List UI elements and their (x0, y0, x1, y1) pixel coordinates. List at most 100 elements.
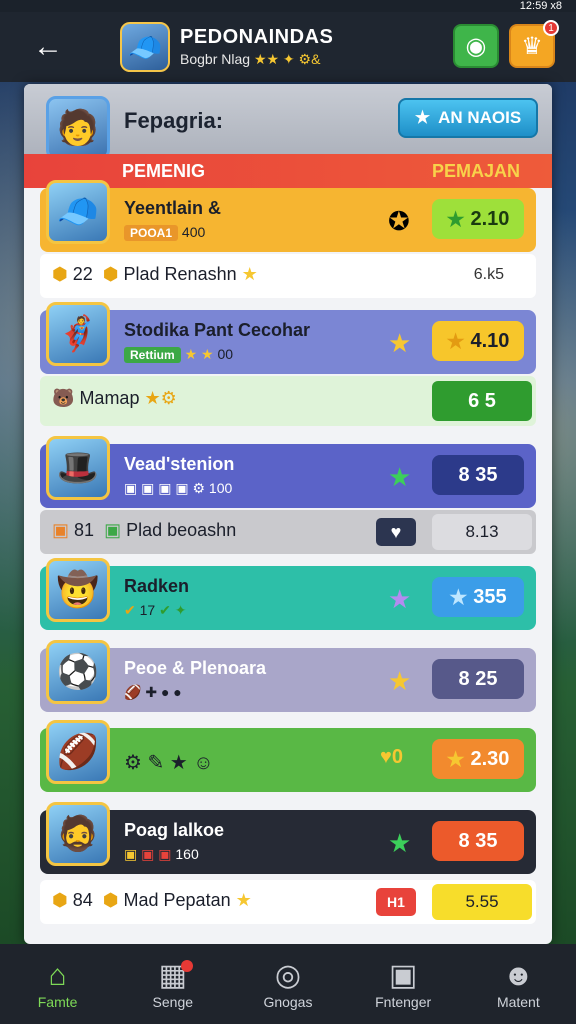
header-stars: ★★ ✦ ⚙& (253, 51, 321, 67)
heart-icon[interactable]: ♥ (376, 518, 416, 546)
player-name: Poag lalkoe (124, 820, 225, 840)
score-badge[interactable]: 8 35 (432, 821, 524, 861)
score-value: 355 (473, 585, 507, 608)
player-avatar: 🏈 (46, 720, 110, 784)
sub-label: Mamap (79, 388, 140, 408)
header-text: PEDONAINDAS Bogbr Nlag ★★ ✦ ⚙& (180, 26, 333, 68)
score-value: 2.30 (470, 747, 510, 770)
star-icon: ★ (388, 584, 412, 614)
player-name: Peoe & Plenoara (124, 658, 267, 678)
sub-row[interactable]: ⬢ 84 ⬢ Mad Pepatan ★ H1 5.55 (40, 880, 536, 924)
list-item[interactable]: 🧢 Yeentlain & POOA1 400 ✪ ★ 2.10 (40, 180, 536, 252)
player-tags: POOA1 400 (124, 224, 205, 241)
player-avatar: 🤠 (46, 558, 110, 622)
back-button[interactable]: ← (28, 27, 68, 67)
list-item[interactable]: 🎩 Vead'stenion ▣ ▣ ▣ ▣ ⚙ 100 ★ 8 35 (40, 436, 536, 508)
list-item[interactable]: 🤠 Radken ✔ 17 ✔ ✦ ★ ★ 355 (40, 558, 536, 630)
box-icon: ▣ (52, 520, 70, 540)
star-icon: ★ (388, 328, 412, 358)
tag-icon: ✔ ✦ (159, 602, 187, 618)
nav-profile[interactable]: ☻ Matent (468, 958, 568, 1010)
score-value: 8 25 (458, 667, 498, 690)
score-badge[interactable]: ★ 2.30 (432, 739, 524, 779)
chat-icon: ◉ (465, 32, 487, 60)
header-avatar[interactable]: 🧢 (120, 22, 170, 72)
level-badge: H1 (376, 888, 416, 916)
tag-extra: 100 (208, 480, 233, 496)
tag-pill: POOA1 (124, 225, 179, 241)
score-badge[interactable]: ★ 2.10 (432, 199, 524, 239)
sub-row[interactable]: 🐻 Mamap ★⚙ 6 5 (40, 376, 536, 426)
score-badge[interactable]: 8 35 (432, 455, 524, 495)
player-avatar: ⚽ (46, 640, 110, 704)
list-item[interactable]: 🏈 ⚙ ✎ ★ ☺ ♥0 ★ 2.30 (40, 720, 536, 792)
tag-icons: 🏈 ✚ ● ● (124, 684, 182, 700)
panel-avatar[interactable]: 🧑 (46, 96, 110, 160)
star-icon: ★ (241, 264, 258, 284)
player-tags: ✔ 17 ✔ ✦ (124, 602, 186, 619)
tag-extra: 17 (139, 602, 156, 618)
nav-label: Matent (496, 994, 540, 1010)
score-value: 8 35 (458, 463, 498, 486)
top-header: ← 🧢 PEDONAINDAS Bogbr Nlag ★★ ✦ ⚙& ◉ ♛ 1 (0, 12, 576, 82)
coin-icon: ⬢ (52, 264, 68, 284)
heart-icon: ♥0 (380, 746, 403, 768)
leaderboard-panel: 🧑 Fepagria: ★ AN NAOIS PEMENIG PEMAJAN 🧢… (24, 84, 552, 944)
coin-icon: ⬢ (52, 890, 68, 910)
tag-extra: 160 (175, 846, 199, 862)
tag-icon: ▣ (124, 846, 138, 862)
player-tags: Rettium ★ ★ 00 (124, 346, 233, 363)
star-icon: ★ (449, 586, 468, 609)
player-tags: ▣ ▣ ▣ 160 (124, 846, 199, 863)
sub-row[interactable]: ▣ 81 ▣ Plad beoashn ♥ 8.13 (40, 510, 536, 554)
sub-number: 84 (72, 890, 93, 910)
star-icon: ★ (446, 208, 465, 231)
nav-label: Senge (152, 994, 194, 1010)
coin-icon: ⬢ (102, 264, 119, 284)
score-badge[interactable]: ★ 4.10 (432, 321, 524, 361)
player-tags: 🏈 ✚ ● ● (124, 684, 182, 701)
player-avatar: 🧢 (46, 180, 110, 244)
sub-label: Plad Renashn (123, 264, 237, 284)
coin-icon: ★⚙ (144, 388, 177, 408)
nav-label: Gnogas (263, 994, 313, 1010)
trophy-button[interactable]: ♛ 1 (509, 20, 559, 68)
list-item[interactable]: ⚽ Peoe & Plenoara 🏈 ✚ ● ● ★ 8 25 (40, 640, 536, 712)
star-icon: ★ (446, 330, 465, 353)
score-value: 8 35 (458, 829, 498, 852)
notification-dot (180, 960, 193, 972)
tag-icons: ⚙ ✎ ★ ☺ (124, 752, 214, 774)
mascot-icon: 🐻 (52, 388, 75, 408)
nav-camera[interactable]: ▣ Fntenger (353, 958, 453, 1010)
sub-left: ⬢ 22 ⬢ Plad Renashn ★ (52, 264, 258, 285)
star-icon: ★ (414, 108, 431, 127)
player-tags: ⚙ ✎ ★ ☺ (124, 750, 214, 775)
add-button[interactable]: ★ AN NAOIS (398, 98, 538, 138)
score-badge[interactable]: ★ 355 (432, 577, 524, 617)
player-tags: ▣ ▣ ▣ ▣ ⚙ 100 (124, 480, 232, 497)
sub-number: 22 (72, 264, 93, 284)
nav-home[interactable]: ⌂ Famte (8, 958, 108, 1010)
score-value: 4.10 (470, 329, 510, 352)
column-left-label: PEMENIG (122, 161, 206, 181)
camera-icon: ▣ (388, 959, 418, 992)
chat-button[interactable]: ◉ (453, 24, 499, 68)
search-icon: ◎ (274, 959, 302, 992)
user-icon: ☻ (502, 959, 535, 992)
player-name: Yeentlain & (124, 198, 222, 218)
nav-search[interactable]: ◎ Gnogas (238, 958, 338, 1010)
tag-pill: Rettium (124, 347, 181, 363)
sub-left: 🐻 Mamap ★⚙ (52, 388, 177, 409)
coin-icon: ⬢ (102, 890, 119, 910)
tag-icon: ▣ ▣ (141, 846, 172, 862)
list-item[interactable]: 🦸 Stodika Pant Cecohar Rettium ★ ★ 00 ★ … (40, 302, 536, 374)
tag-icon: ✔ (124, 602, 136, 618)
sub-row[interactable]: ⬢ 22 ⬢ Plad Renashn ★ 6.k5 (40, 254, 536, 298)
list-item[interactable]: 🧔 Poag lalkoe ▣ ▣ ▣ 160 ★ 8 35 (40, 802, 536, 874)
score-badge[interactable]: 8 25 (432, 659, 524, 699)
notification-badge: 1 (543, 20, 559, 36)
status-time: 12:59 x8 (519, 0, 562, 12)
sub-right: 6.k5 (473, 266, 504, 283)
nav-cards[interactable]: ▦ Senge (123, 958, 223, 1010)
sub-number: 81 (74, 520, 95, 540)
